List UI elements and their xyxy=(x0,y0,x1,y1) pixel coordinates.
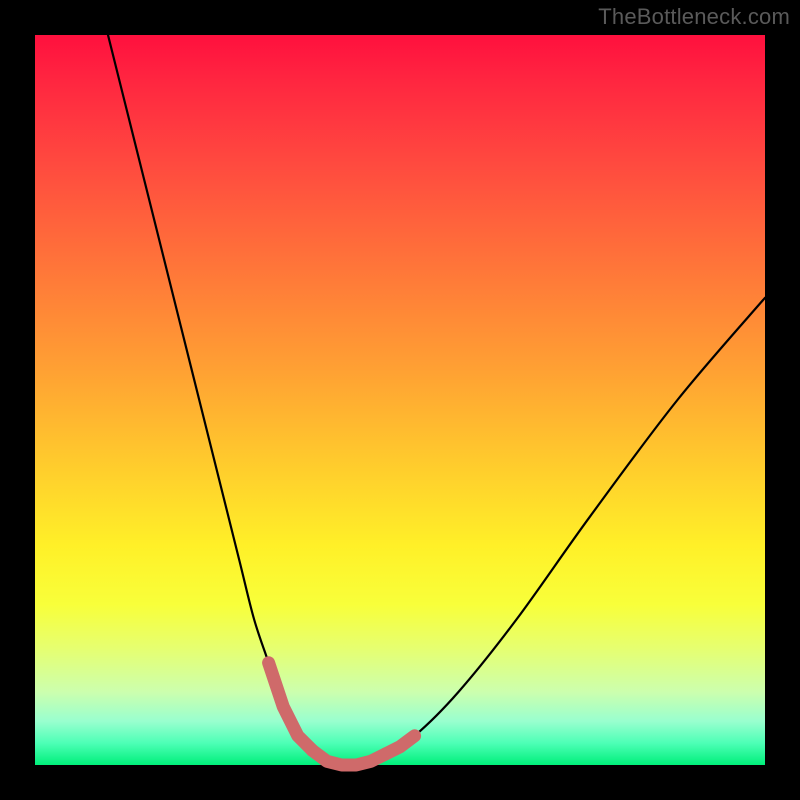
marker-left xyxy=(269,663,313,751)
marker-floor xyxy=(312,750,385,765)
watermark-text: TheBottleneck.com xyxy=(598,4,790,30)
marker-right xyxy=(385,736,414,754)
curve-layer xyxy=(35,35,765,765)
chart-frame: TheBottleneck.com xyxy=(0,0,800,800)
bottleneck-curve xyxy=(108,35,765,765)
plot-area xyxy=(35,35,765,765)
